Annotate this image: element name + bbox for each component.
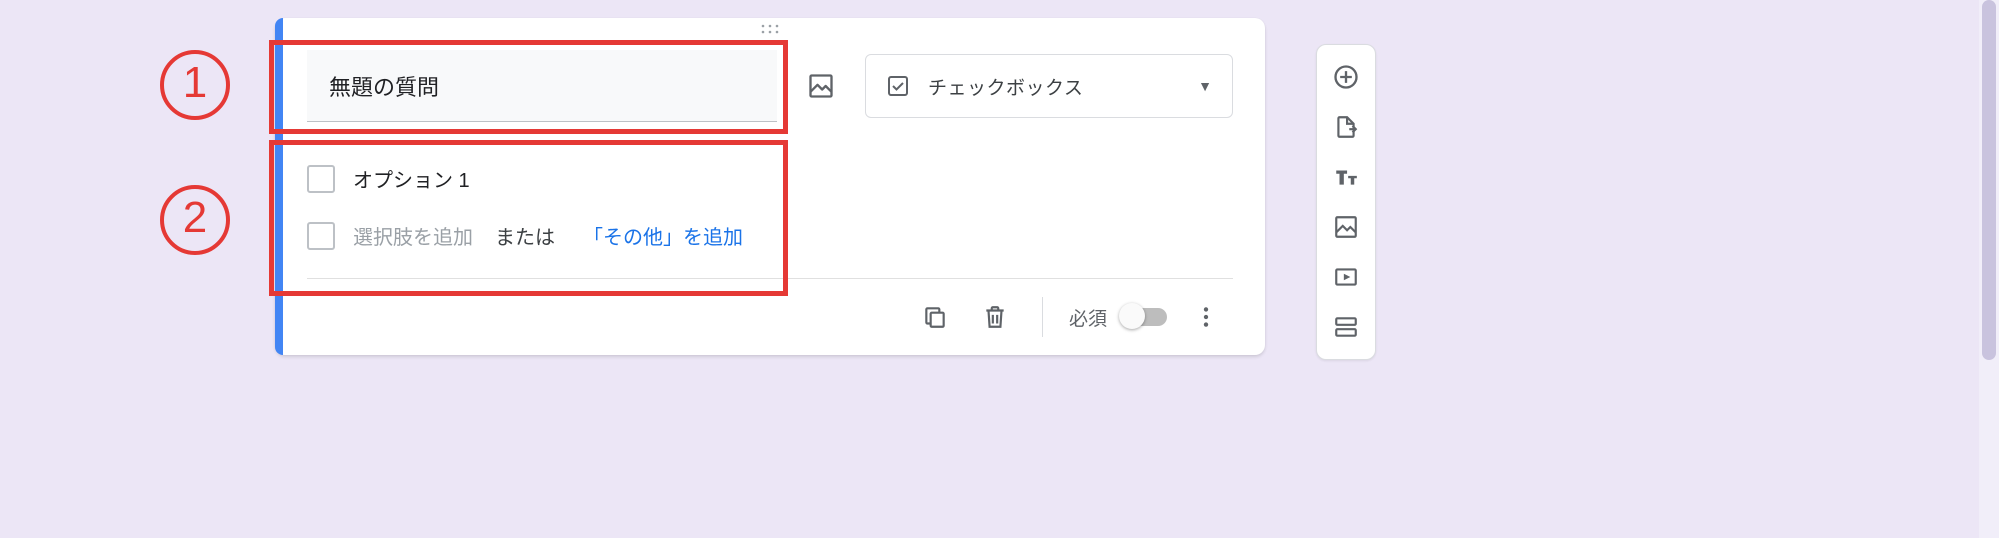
question-title-input[interactable]: [307, 50, 777, 122]
chevron-down-icon: ▼: [1198, 78, 1212, 94]
option-checkbox-icon: [307, 222, 335, 250]
required-label: 必須: [1069, 304, 1107, 331]
toggle-knob: [1119, 303, 1145, 329]
image-icon: [1333, 214, 1359, 240]
question-card: チェックボックス ▼ オプション 1 選択肢を追加 または 「その他」を追加: [275, 18, 1265, 355]
add-option-or-text: または: [495, 221, 555, 250]
option-label: オプション 1: [353, 164, 470, 193]
card-accent-bar: [275, 18, 283, 355]
question-header-row: チェックボックス ▼: [307, 50, 1233, 122]
more-options-button[interactable]: [1185, 296, 1227, 338]
plus-circle-icon: [1332, 63, 1360, 91]
drag-dots-icon: [760, 24, 780, 34]
add-image-side-button[interactable]: [1324, 205, 1368, 249]
question-title-wrap: [307, 50, 777, 122]
question-options: オプション 1 選択肢を追加 または 「その他」を追加: [307, 164, 1233, 250]
add-image-button[interactable]: [805, 70, 837, 102]
annotation-number-2: 2: [160, 185, 230, 255]
question-footer: 必須: [307, 278, 1233, 355]
add-section-button[interactable]: [1324, 305, 1368, 349]
add-question-button[interactable]: [1324, 55, 1368, 99]
title-text-icon: [1333, 164, 1359, 190]
scrollbar-thumb[interactable]: [1982, 0, 1996, 360]
video-icon: [1333, 264, 1359, 290]
add-title-button[interactable]: [1324, 155, 1368, 199]
checkbox-type-icon: [886, 74, 910, 98]
duplicate-button[interactable]: [914, 296, 956, 338]
image-icon: [807, 72, 835, 100]
import-file-icon: [1333, 114, 1359, 140]
add-video-button[interactable]: [1324, 255, 1368, 299]
add-option-row: 選択肢を追加 または 「その他」を追加: [307, 221, 1233, 250]
add-other-option-link[interactable]: 「その他」を追加: [583, 221, 743, 250]
trash-icon: [982, 304, 1008, 330]
delete-button[interactable]: [974, 296, 1016, 338]
more-vert-icon: [1193, 304, 1219, 330]
import-questions-button[interactable]: [1324, 105, 1368, 149]
question-type-label: チェックボックス: [928, 73, 1198, 100]
option-row[interactable]: オプション 1: [307, 164, 1233, 193]
option-checkbox-icon: [307, 165, 335, 193]
vertical-scrollbar[interactable]: [1979, 0, 1999, 538]
footer-separator: [1042, 297, 1043, 337]
section-icon: [1333, 314, 1359, 340]
side-toolbar: [1316, 44, 1376, 360]
card-body: チェックボックス ▼ オプション 1 選択肢を追加 または 「その他」を追加: [275, 40, 1265, 355]
card-drag-handle[interactable]: [275, 18, 1265, 40]
question-type-select[interactable]: チェックボックス ▼: [865, 54, 1233, 118]
add-option-placeholder[interactable]: 選択肢を追加: [353, 221, 473, 250]
required-toggle[interactable]: [1121, 308, 1167, 326]
copy-icon: [922, 304, 948, 330]
annotation-number-1: 1: [160, 50, 230, 120]
required-toggle-group: 必須: [1069, 304, 1167, 331]
